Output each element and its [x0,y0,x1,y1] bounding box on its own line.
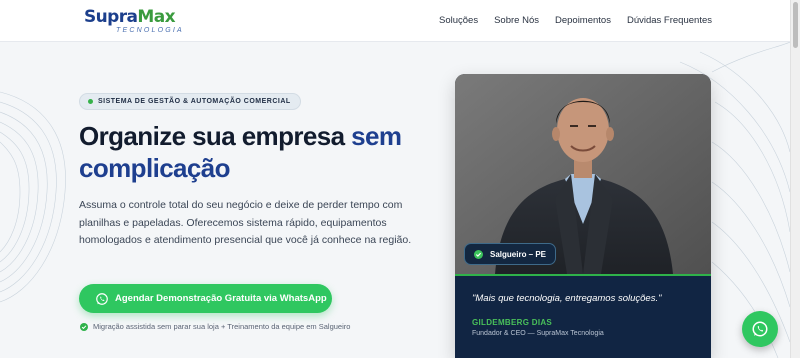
hero-description: Assuma o controle total do seu negócio e… [79,199,412,246]
category-badge: SISTEMA DE GESTÃO & AUTOMAÇÃO COMERCIAL [79,93,301,110]
headline-text-1: Organize sua empresa [79,121,352,151]
note-text: Migração assistida sem parar sua loja + … [93,322,351,331]
site-header: SupraMax TECNOLOGIA Soluções Sobre Nós D… [0,0,790,42]
card-testimonial: "Mais que tecnologia, entregamos soluçõe… [455,274,711,358]
founder-card: Salgueiro – PE "Mais que tecnologia, ent… [455,74,711,358]
main-nav: Soluções Sobre Nós Depoimentos Dúvidas F… [439,15,712,26]
logo[interactable]: SupraMax TECNOLOGIA [84,7,184,35]
badge-label: SISTEMA DE GESTÃO & AUTOMAÇÃO COMERCIAL [98,98,291,105]
logo-supra: Supra [84,7,138,27]
headline-text-2: complicação [79,153,231,183]
check-circle-icon [80,322,88,331]
schedule-demo-whatsapp-button[interactable]: Agendar Demonstração Gratuita via WhatsA… [79,284,332,313]
cta-label: Agendar Demonstração Gratuita via WhatsA… [115,293,327,304]
headline-accent: sem [351,121,402,151]
location-label: Salgueiro – PE [490,249,547,259]
nav-link-duvidas-frequentes[interactable]: Dúvidas Frequentes [627,15,712,26]
nav-link-solucoes[interactable]: Soluções [439,15,478,26]
check-circle-icon [474,249,483,259]
testimonial-author: GILDEMBERG DIAS [472,318,553,327]
left-wave-pattern [0,91,66,303]
logo-wordmark: SupraMax [84,7,176,27]
scrollbar[interactable] [790,0,800,358]
nav-link-sobre-nos[interactable]: Sobre Nós [494,15,539,26]
hero-headline: Organize sua empresa sem complicação [79,120,439,184]
scrollbar-thumb[interactable] [793,2,798,48]
whatsapp-icon [752,321,768,337]
whatsapp-float-button[interactable] [742,311,778,347]
migration-note: Migração assistida sem parar sua loja + … [80,322,350,331]
logo-max: Max [137,7,175,27]
badge-status-dot [88,99,93,104]
location-badge: Salgueiro – PE [464,243,557,265]
testimonial-quote: "Mais que tecnologia, entregamos soluçõe… [472,293,662,304]
whatsapp-icon [96,292,108,305]
testimonial-role: Fundador & CEO — SupraMax Tecnologia [472,330,604,337]
logo-subtitle: TECNOLOGIA [116,27,184,34]
nav-link-depoimentos[interactable]: Depoimentos [555,15,611,26]
